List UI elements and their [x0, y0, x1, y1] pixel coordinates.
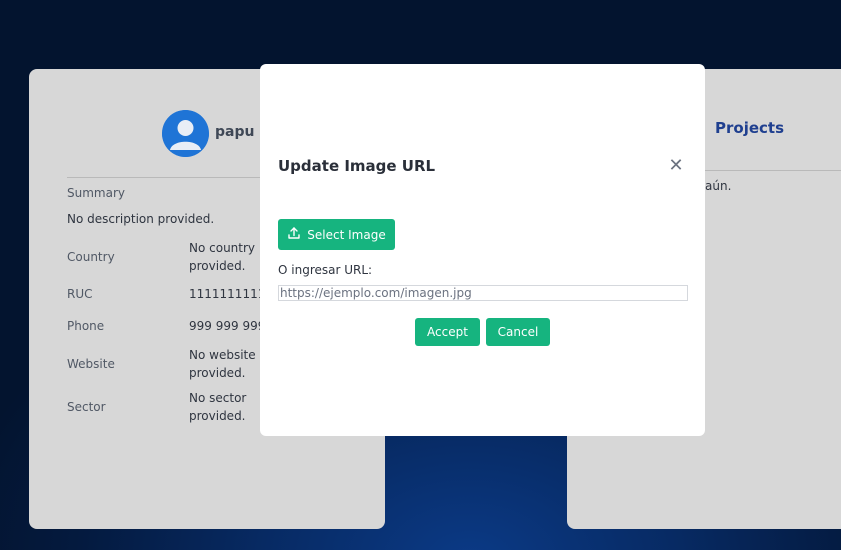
upload-icon	[287, 226, 301, 243]
sector-label: Sector	[67, 400, 106, 414]
modal-title: Update Image URL	[278, 157, 436, 175]
profile-description: No description provided.	[67, 212, 215, 226]
accept-button[interactable]: Accept	[415, 318, 480, 346]
website-label: Website	[67, 357, 115, 371]
ruc-label: RUC	[67, 287, 93, 301]
phone-value: 999 999 999	[189, 319, 266, 333]
user-avatar-icon[interactable]	[162, 110, 209, 157]
projects-empty-text: aún.	[705, 179, 732, 193]
projects-divider	[705, 170, 841, 171]
close-icon[interactable]: ✕	[666, 156, 686, 176]
select-image-button[interactable]: Select Image	[278, 219, 395, 250]
country-value: No country provided.	[189, 241, 256, 273]
projects-title: Projects	[715, 119, 785, 137]
select-image-label: Select Image	[307, 227, 386, 242]
sector-value: No sector provided.	[189, 391, 247, 423]
summary-label: Summary	[67, 186, 125, 200]
url-label: O ingresar URL:	[278, 263, 373, 277]
cancel-button[interactable]: Cancel	[486, 318, 550, 346]
phone-label: Phone	[67, 319, 105, 333]
update-image-modal: Update Image URL ✕ Select Image O ingres…	[260, 64, 705, 436]
ruc-value: 11111111111	[189, 287, 273, 301]
website-value: No website provided.	[189, 348, 256, 380]
country-label: Country	[67, 250, 115, 264]
profile-username: papu	[215, 124, 255, 140]
image-url-input[interactable]	[278, 285, 688, 301]
